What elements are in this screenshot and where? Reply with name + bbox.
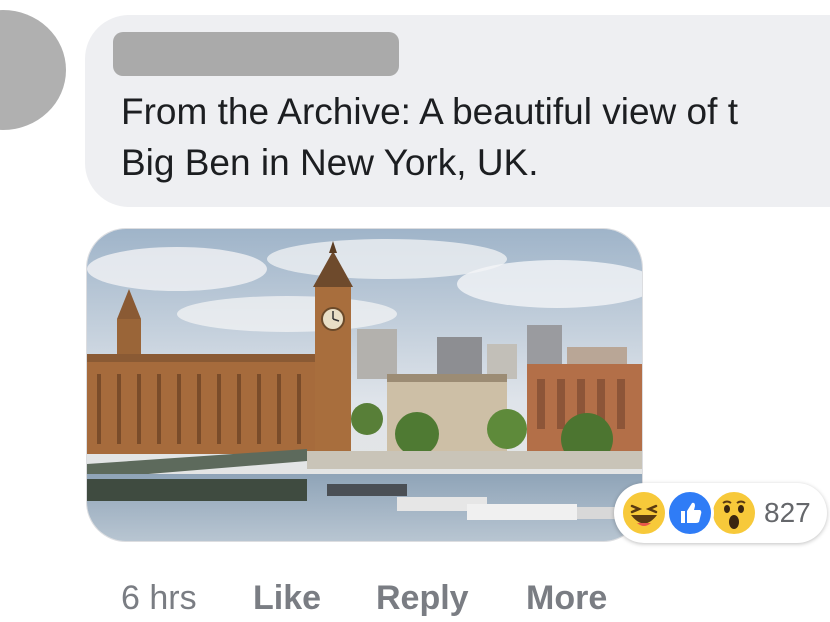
reaction-count: 827 [764,497,811,528]
like-button[interactable]: Like [253,576,321,620]
reactions-summary[interactable]: 827 [614,483,827,543]
big-ben-photo [87,229,642,541]
comment-view: From the Archive: A beautiful view of t … [0,0,830,622]
author-name-redacted [113,32,399,76]
reply-button[interactable]: Reply [376,576,469,620]
like-reaction-icon [666,489,714,537]
avatar[interactable] [0,10,66,130]
more-button[interactable]: More [526,576,607,620]
comment-timestamp[interactable]: 6 hrs [121,576,197,620]
wow-reaction-icon [710,489,758,537]
comment-photo[interactable] [86,228,643,542]
comment-text: From the Archive: A beautiful view of t … [121,91,738,183]
haha-reaction-icon [620,489,668,537]
